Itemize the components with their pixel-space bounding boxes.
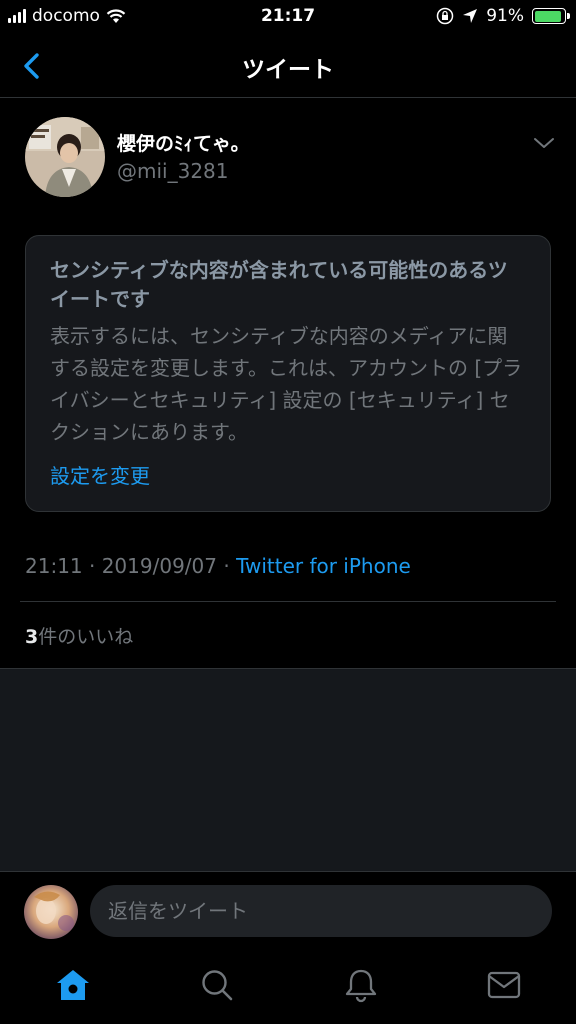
tab-notifications[interactable]	[341, 965, 381, 1005]
sensitive-body: 表示するには、センシティブな内容のメディアに関する設定を変更します。これは、アカ…	[50, 324, 523, 444]
battery-icon	[532, 8, 570, 24]
tweet-timestamp: 21:11 · 2019/09/07 ·	[25, 554, 237, 578]
mail-icon	[487, 971, 521, 999]
user-handle[interactable]: @mii_3281	[117, 159, 229, 183]
likes-count[interactable]: 3件のいいね	[25, 622, 133, 649]
bell-icon	[345, 969, 377, 1003]
search-icon	[202, 970, 233, 1001]
tab-home[interactable]	[53, 965, 93, 1005]
battery-percent: 91%	[486, 6, 524, 26]
likes-number: 3	[25, 626, 39, 648]
reply-bar	[0, 871, 576, 951]
home-icon	[57, 970, 89, 1000]
status-bar: docomo 21:17 91%	[0, 0, 576, 34]
change-settings-link[interactable]: 設定を変更	[50, 460, 150, 489]
page-title: ツイート	[242, 57, 334, 83]
orientation-lock-icon	[436, 7, 454, 25]
tab-bar	[0, 951, 576, 1024]
tweet-source-link[interactable]: Twitter for iPhone	[236, 554, 411, 578]
chevron-down-icon[interactable]	[532, 135, 556, 151]
divider	[20, 601, 556, 602]
user-name[interactable]: 櫻伊のﾐｨてゃ。	[117, 129, 250, 156]
reply-input[interactable]	[90, 885, 552, 937]
current-user-avatar[interactable]	[24, 885, 78, 939]
battery-fill	[534, 10, 561, 22]
likes-label: 件のいいね	[38, 626, 134, 648]
sensitive-content-notice: センシティブな内容が含まれている可能性のあるツイートです 表示するには、センシテ…	[25, 235, 551, 512]
tweet-detail: 櫻伊のﾐｨてゃ。 @mii_3281 センシティブな内容が含まれている可能性のあ…	[0, 99, 576, 668]
nav-bar: ツイート	[0, 34, 576, 98]
status-right: 91%	[436, 6, 570, 26]
tab-search[interactable]	[197, 965, 237, 1005]
tweet-meta: 21:11 · 2019/09/07 · Twitter for iPhone	[25, 554, 411, 578]
sensitive-title: センシティブな内容が含まれている可能性のあるツイートです	[50, 258, 508, 311]
replies-area	[0, 668, 576, 871]
location-icon	[463, 9, 478, 23]
avatar[interactable]	[25, 117, 105, 197]
tab-messages[interactable]	[484, 965, 524, 1005]
